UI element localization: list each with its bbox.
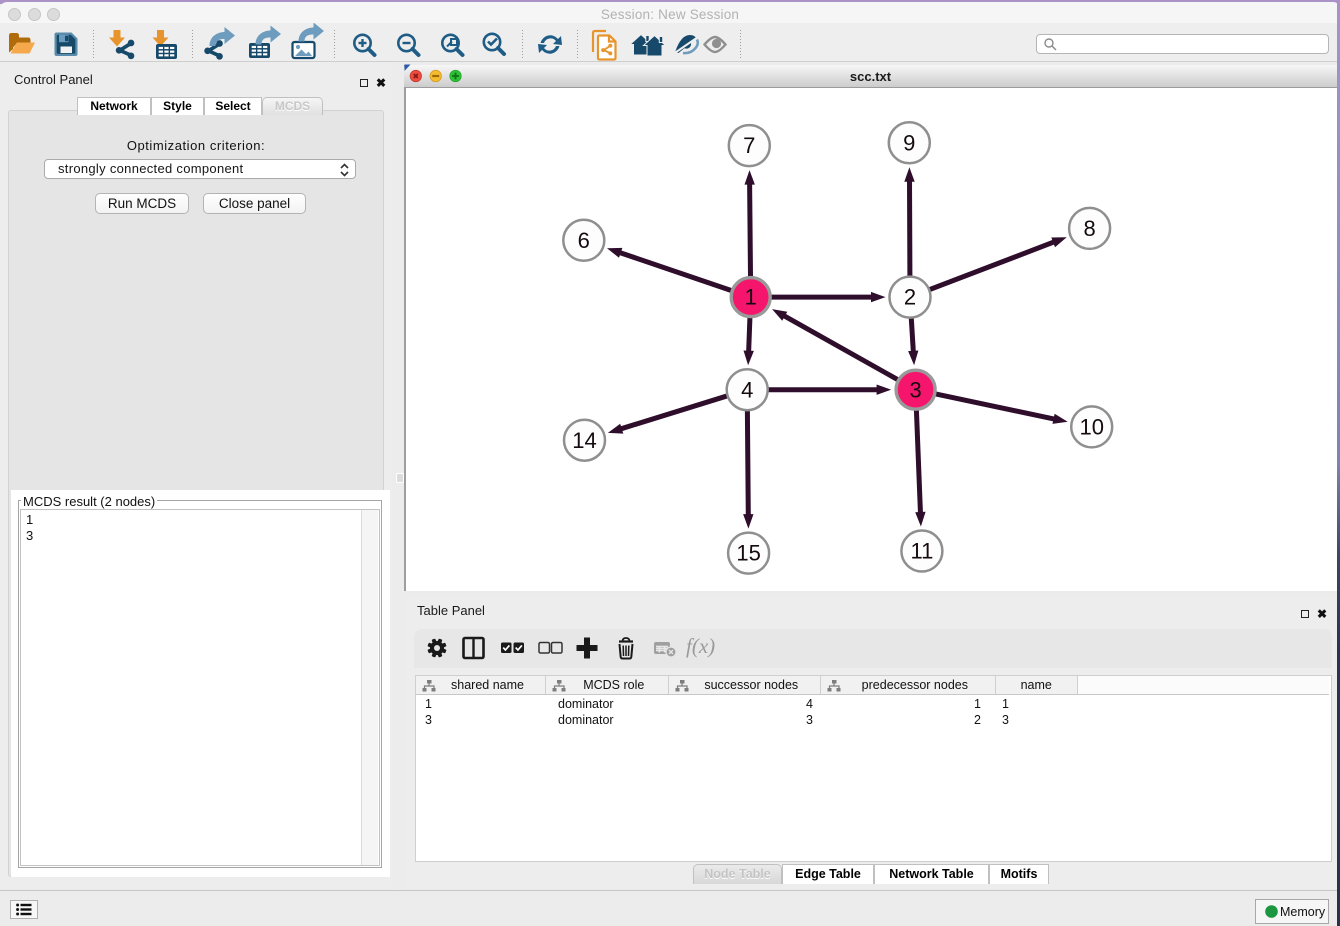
svg-text:9: 9 (903, 130, 915, 155)
svg-text:11: 11 (910, 539, 933, 564)
svg-text:2: 2 (904, 285, 916, 310)
svg-text:10: 10 (1079, 415, 1103, 440)
svg-text:3: 3 (909, 377, 921, 402)
svg-text:6: 6 (578, 228, 590, 253)
svg-text:4: 4 (741, 377, 753, 402)
svg-text:15: 15 (736, 541, 760, 566)
svg-text:14: 14 (572, 428, 596, 453)
svg-text:1: 1 (745, 285, 757, 310)
svg-text:8: 8 (1083, 216, 1095, 241)
svg-text:7: 7 (743, 133, 755, 158)
